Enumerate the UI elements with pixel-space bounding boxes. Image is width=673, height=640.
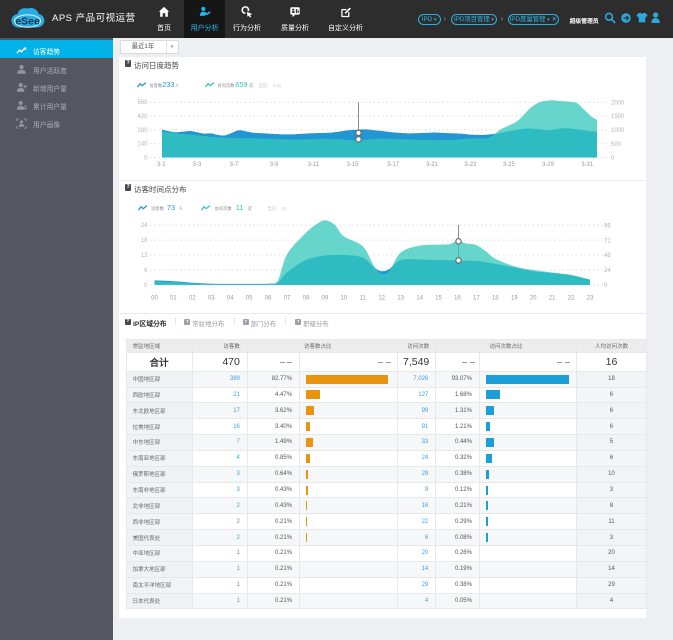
svg-text:280: 280 <box>137 128 148 134</box>
svg-text:3-17: 3-17 <box>387 162 400 168</box>
svg-text:500: 500 <box>611 142 622 148</box>
svg-text:eSee: eSee <box>15 16 40 28</box>
svg-text:10: 10 <box>341 296 348 302</box>
svg-text:420: 420 <box>137 114 148 120</box>
svg-text:3-3: 3-3 <box>193 162 202 168</box>
svg-text:3-15: 3-15 <box>347 162 360 168</box>
svg-text:02: 02 <box>189 296 196 302</box>
svg-text:11: 11 <box>360 296 367 302</box>
svg-text:48: 48 <box>604 253 611 259</box>
svg-text:13: 13 <box>397 296 404 302</box>
svg-text:00: 00 <box>151 296 158 302</box>
svg-text:0: 0 <box>604 283 608 289</box>
svg-text:1500: 1500 <box>611 114 625 120</box>
svg-text:0: 0 <box>144 155 148 161</box>
svg-text:24: 24 <box>141 223 148 229</box>
svg-text:3-31: 3-31 <box>581 162 594 168</box>
svg-text:01: 01 <box>170 296 177 302</box>
svg-text:21: 21 <box>549 296 556 302</box>
svg-text:09: 09 <box>322 296 329 302</box>
svg-text:560: 560 <box>137 100 148 106</box>
svg-text:14: 14 <box>416 296 423 302</box>
svg-text:15: 15 <box>435 296 442 302</box>
svg-text:3-7: 3-7 <box>230 162 239 168</box>
svg-text:03: 03 <box>208 296 215 302</box>
svg-text:12: 12 <box>141 253 148 259</box>
svg-text:16: 16 <box>454 296 461 302</box>
svg-text:6: 6 <box>144 268 148 274</box>
svg-text:23: 23 <box>587 296 594 302</box>
svg-text:140: 140 <box>137 142 148 148</box>
svg-text:12: 12 <box>378 296 385 302</box>
svg-text:08: 08 <box>303 296 310 302</box>
svg-text:3-9: 3-9 <box>270 162 279 168</box>
svg-text:72: 72 <box>604 238 611 244</box>
svg-text:3-23: 3-23 <box>464 162 477 168</box>
svg-text:1000: 1000 <box>611 128 625 134</box>
svg-text:3-29: 3-29 <box>542 162 555 168</box>
svg-text:05: 05 <box>246 296 253 302</box>
svg-text:18: 18 <box>141 238 148 244</box>
svg-text:96: 96 <box>604 223 611 229</box>
svg-text:3-1: 3-1 <box>157 162 166 168</box>
svg-text:3-11: 3-11 <box>308 162 320 168</box>
svg-text:19: 19 <box>511 296 518 302</box>
svg-text:0: 0 <box>144 283 148 289</box>
svg-text:3-21: 3-21 <box>426 162 439 168</box>
svg-text:18: 18 <box>492 296 499 302</box>
svg-text:3-25: 3-25 <box>503 162 516 168</box>
svg-text:04: 04 <box>227 296 234 302</box>
svg-text:22: 22 <box>568 296 575 302</box>
svg-text:0: 0 <box>611 156 615 162</box>
svg-text:20: 20 <box>530 296 537 302</box>
svg-text:24: 24 <box>604 268 611 274</box>
svg-text:06: 06 <box>265 296 272 302</box>
svg-text:07: 07 <box>284 296 291 302</box>
svg-text:2000: 2000 <box>611 100 625 106</box>
svg-text:17: 17 <box>473 296 480 302</box>
